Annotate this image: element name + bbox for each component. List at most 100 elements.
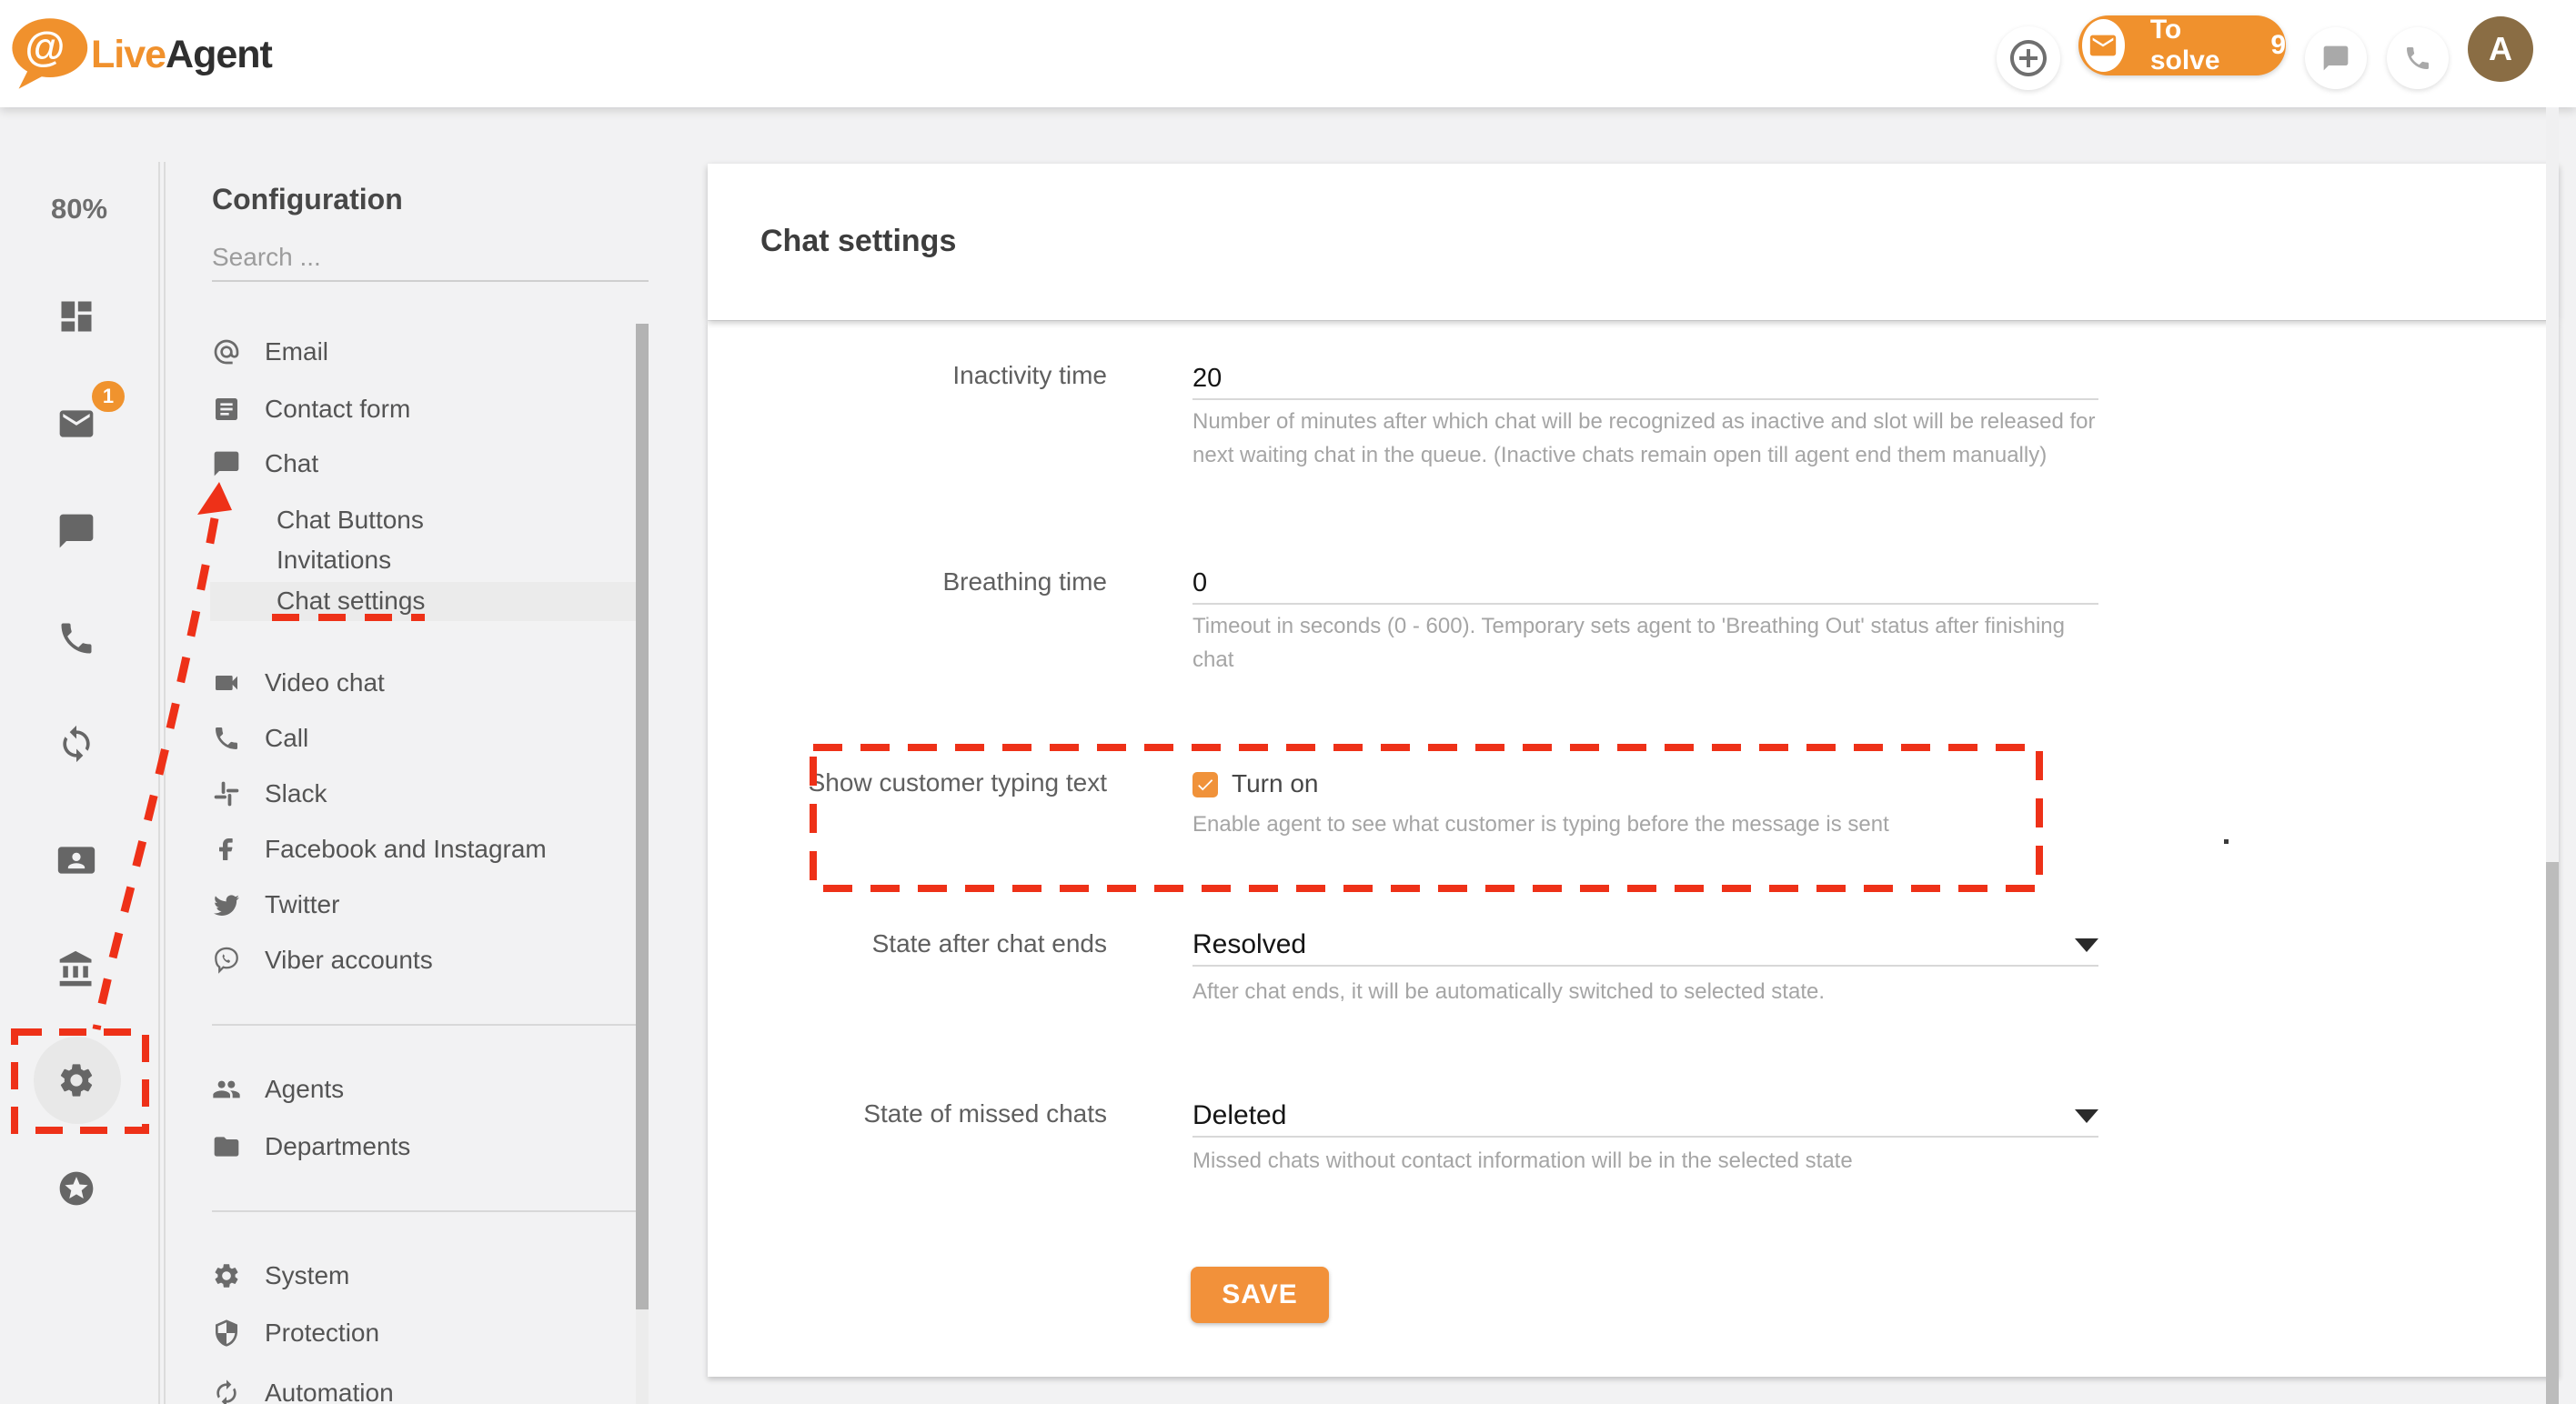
to-solve-count: 9 <box>2270 30 2286 60</box>
sidebar-item-billing[interactable] <box>56 949 96 989</box>
star-circle-icon <box>56 1171 96 1212</box>
config-item-call[interactable]: Call <box>212 716 308 761</box>
config-item-agents[interactable]: Agents <box>212 1067 344 1112</box>
config-item-email[interactable]: Email <box>212 329 328 375</box>
turn-on-checkbox[interactable] <box>1192 772 1218 797</box>
envelope-icon <box>56 410 96 447</box>
config-search-input[interactable] <box>212 235 649 282</box>
inactivity-time-input[interactable] <box>1192 358 2098 400</box>
config-item-label: Automation <box>265 1379 394 1404</box>
config-item-label: Email <box>265 337 329 366</box>
plus-circle-icon <box>2007 36 2050 80</box>
sync-icon <box>56 725 96 767</box>
sidebar-item-calls[interactable] <box>56 618 96 658</box>
tickets-count-badge: 1 <box>92 381 125 412</box>
videocam-icon <box>212 668 241 697</box>
save-button[interactable]: SAVE <box>1191 1267 1329 1323</box>
state-after-help: After chat ends, it will be automaticall… <box>1192 979 1826 1004</box>
avatar-letter: A <box>2489 30 2512 67</box>
config-item-chat[interactable]: Chat <box>212 441 318 486</box>
config-item-viber-accounts[interactable]: Viber accounts <box>212 938 433 983</box>
missed-chats-label: State of missed chats <box>863 1099 1107 1128</box>
config-item-label: Twitter <box>265 890 340 918</box>
slack-icon <box>212 779 241 808</box>
check-icon <box>1198 779 1213 791</box>
phone-icon <box>2403 44 2432 73</box>
config-item-departments[interactable]: Departments <box>212 1124 410 1169</box>
sidebar-item-tickets[interactable] <box>56 404 96 444</box>
folder-icon <box>212 1132 241 1161</box>
liveagent-app: @ LiveAgent To solve 9 A 80% 1 Configura… <box>0 0 2576 1404</box>
sidebar-item-sync[interactable] <box>56 724 96 764</box>
config-item-facebook-instagram[interactable]: Facebook and Instagram <box>212 827 547 872</box>
state-after-label: State after chat ends <box>871 929 1107 958</box>
config-item-slack[interactable]: Slack <box>212 771 327 817</box>
sidebar-item-dashboard[interactable] <box>56 296 96 336</box>
config-item-video-chat[interactable]: Video chat <box>212 660 385 706</box>
state-after-value: Resolved <box>1192 929 1307 959</box>
gear-icon <box>212 1261 241 1290</box>
to-solve-mail-circle <box>2082 19 2125 72</box>
config-item-label: Chat <box>265 449 319 477</box>
missed-chats-select[interactable]: Deleted <box>1192 1096 2098 1138</box>
chat-bubble-icon <box>212 449 241 478</box>
chat-queue-button[interactable] <box>2305 27 2367 89</box>
breathing-time-help: Timeout in seconds (0 - 600). Temporary … <box>1192 614 2065 672</box>
liveagent-logo-icon: @ <box>12 18 88 89</box>
viber-icon <box>212 946 241 975</box>
svg-text:@: @ <box>25 24 65 70</box>
config-item-chat-buttons[interactable]: Chat Buttons <box>277 500 424 540</box>
config-item-invitations[interactable]: Invitations <box>277 540 391 580</box>
show-typing-help: Enable agent to see what customer is typ… <box>1192 812 1889 837</box>
config-item-label: Agents <box>265 1075 345 1103</box>
config-item-label: Viber accounts <box>265 946 433 974</box>
config-item-system[interactable]: System <box>212 1253 349 1299</box>
missed-chats-value: Deleted <box>1192 1100 1287 1130</box>
chat-settings-header: Chat settings <box>708 164 2559 320</box>
config-item-contact-form[interactable]: Contact form <box>212 386 410 432</box>
config-item-twitter[interactable]: Twitter <box>212 882 339 928</box>
sidebar-item-chats[interactable] <box>56 511 96 551</box>
config-item-label: Invitations <box>277 546 392 574</box>
page-title: Chat settings <box>760 224 957 258</box>
usage-percent: 80% <box>50 193 108 225</box>
chat-settings-panel <box>708 321 2559 1377</box>
call-queue-button[interactable] <box>2387 27 2449 89</box>
sidebar-item-gamification[interactable] <box>56 1168 96 1208</box>
window-scrollbar-thumb[interactable] <box>2546 862 2559 1404</box>
config-item-chat-settings[interactable]: Chat settings <box>277 581 425 621</box>
configuration-title: Configuration <box>212 183 403 216</box>
config-item-label: System <box>265 1261 350 1289</box>
inactivity-time-label: Inactivity time <box>952 361 1107 389</box>
twitter-icon <box>212 890 241 919</box>
config-item-label: Facebook and Instagram <box>265 835 547 863</box>
autorenew-icon <box>212 1379 241 1404</box>
add-new-button[interactable] <box>1997 26 2060 90</box>
config-item-protection[interactable]: Protection <box>212 1310 379 1356</box>
phone-icon <box>56 623 96 662</box>
sidebar-item-configuration[interactable] <box>56 1060 96 1100</box>
chat-bubble-icon <box>2321 44 2350 73</box>
brand-agent: Agent <box>166 33 273 76</box>
annotation-arrow-head <box>197 482 232 515</box>
breathing-time-input[interactable] <box>1192 563 2098 605</box>
config-item-label: Departments <box>265 1132 411 1160</box>
user-avatar[interactable]: A <box>2468 16 2533 82</box>
sidebar-divider-outer <box>158 162 160 1404</box>
config-item-label: Protection <box>265 1319 380 1347</box>
menu-divider <box>212 1210 636 1212</box>
state-after-select[interactable]: Resolved <box>1192 925 2098 967</box>
brand-live: Live <box>91 33 166 76</box>
config-item-label: Chat settings <box>277 587 426 615</box>
contact-card-icon <box>56 847 96 884</box>
config-scrollbar-thumb[interactable] <box>636 324 649 1309</box>
config-item-label: Chat Buttons <box>277 506 424 534</box>
config-item-automation[interactable]: Automation <box>212 1370 394 1404</box>
shield-icon <box>212 1319 241 1348</box>
chat-bubble-icon <box>56 514 96 555</box>
sidebar-item-customers[interactable] <box>56 840 96 880</box>
brand-wordmark: LiveAgent <box>91 33 273 77</box>
to-solve-button[interactable]: To solve 9 <box>2078 15 2286 75</box>
facebook-icon <box>212 835 241 864</box>
sidebar-divider-inner <box>164 162 166 1404</box>
